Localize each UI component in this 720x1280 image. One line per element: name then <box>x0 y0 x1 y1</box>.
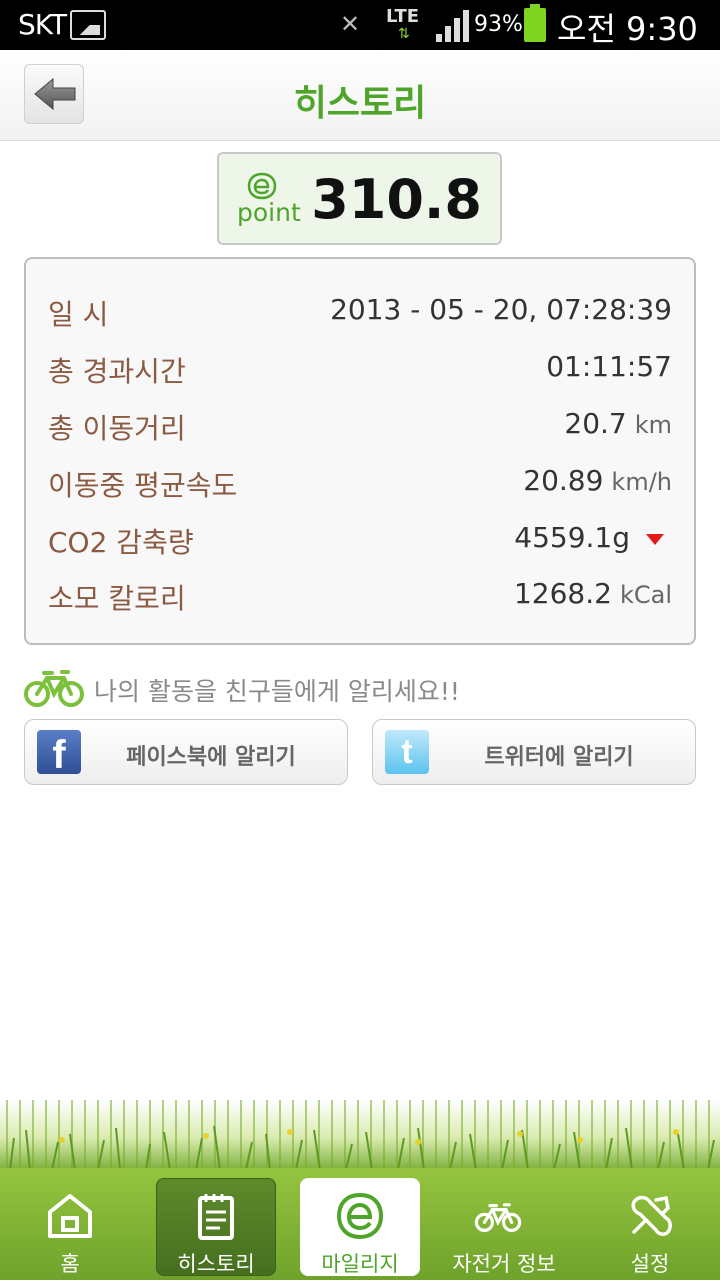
carrier-label: SKT <box>18 8 67 41</box>
bicycle-icon <box>24 670 84 707</box>
info-value-group: 20.89 km/h <box>523 464 672 497</box>
info-value: 20.89 <box>523 464 604 497</box>
battery-percent: 93% <box>474 12 523 37</box>
info-row-co2: CO2 감축량 4559.1g <box>48 521 672 561</box>
gallery-notification-icon <box>70 10 106 40</box>
nav-label: 설정 <box>630 1252 670 1276</box>
nav-home[interactable]: 홈 <box>10 1178 130 1276</box>
page-title: 히스토리 <box>293 83 427 124</box>
facebook-share-button[interactable]: f 페이스북에 알리기 <box>24 719 348 785</box>
info-row-calories: 소모 칼로리 1268.2 kCal <box>48 577 672 617</box>
twitter-share-label: 트위터에 알리기 <box>484 745 634 770</box>
info-row-avg-speed: 이동중 평균속도 20.89 km/h <box>48 464 672 504</box>
notepad-icon <box>198 1194 234 1240</box>
point-value: 310.8 <box>311 168 482 231</box>
point-logo-word: point <box>237 198 301 227</box>
info-label: 총 경과시간 <box>48 355 186 388</box>
info-value: 2013 - 05 - 20, 07:28:39 <box>330 293 672 326</box>
nav-label: 자전거 정보 <box>452 1252 556 1276</box>
share-prompt-text: 나의 활동을 친구들에게 알리세요!! <box>94 677 460 706</box>
info-row-datetime: 일 시 2013 - 05 - 20, 07:28:39 <box>48 293 672 333</box>
info-value: 1268.2 <box>513 577 612 610</box>
facebook-icon: f <box>37 730 81 774</box>
info-value-group: 4559.1g <box>514 521 672 554</box>
info-label: 총 이동거리 <box>48 412 186 445</box>
facebook-share-label: 페이스북에 알리기 <box>126 745 296 770</box>
decrease-arrow-icon <box>646 533 664 545</box>
info-label: CO2 감축량 <box>48 526 194 559</box>
app-header: 히스토리 <box>0 50 720 141</box>
info-row-elapsed: 총 경과시간 01:11:57 <box>48 350 672 390</box>
info-value: 20.7 <box>564 407 627 440</box>
info-value: 01:11:57 <box>546 350 672 383</box>
info-unit: kCal <box>619 581 672 609</box>
e-point-logo: point <box>237 172 307 232</box>
nav-label: 홈 <box>60 1252 80 1276</box>
info-unit: km/h <box>611 468 672 496</box>
info-value-group: 1268.2 kCal <box>514 577 672 610</box>
status-bar: SKT ✕ LTE ⇅ 93% 오전 9:30 <box>0 0 720 50</box>
info-unit: km <box>634 411 672 439</box>
grass-blades-decoration <box>9 1125 715 1170</box>
nav-label: 히스토리 <box>177 1252 255 1276</box>
nav-mileage[interactable]: 마일리지 <box>300 1178 420 1276</box>
info-value-group: 20.7 km <box>564 407 672 440</box>
info-value: 4559.1g <box>514 521 630 554</box>
network-type: LTE <box>386 6 420 27</box>
vibrate-mute-icon: ✕ <box>340 10 361 38</box>
history-detail-card: 일 시 2013 - 05 - 20, 07:28:39 총 경과시간 01:1… <box>24 257 696 645</box>
twitter-icon: t <box>385 730 429 774</box>
bottom-nav: 홈 히스토리 마일리지 자전거 정보 설정 <box>0 1168 720 1280</box>
wrench-icon <box>631 1195 672 1236</box>
info-label: 소모 칼로리 <box>48 582 186 615</box>
nav-history[interactable]: 히스토리 <box>156 1178 276 1276</box>
signal-strength-icon <box>436 10 470 42</box>
nav-label: 마일리지 <box>321 1252 399 1276</box>
battery-icon <box>524 4 546 42</box>
clock: 오전 9:30 <box>557 10 698 48</box>
info-row-distance: 총 이동거리 20.7 km <box>48 407 672 447</box>
bicycle-icon <box>474 1203 522 1232</box>
nav-bicycle-info[interactable]: 자전거 정보 <box>444 1178 564 1276</box>
info-label: 일 시 <box>48 298 109 331</box>
e-leaf-icon <box>247 172 277 200</box>
home-icon <box>48 1194 92 1238</box>
data-transfer-icon: ⇅ <box>398 26 410 42</box>
nav-settings[interactable]: 설정 <box>590 1178 710 1276</box>
e-leaf-icon <box>336 1192 384 1240</box>
info-label: 이동중 평균속도 <box>48 469 238 502</box>
point-summary: point 310.8 <box>217 152 502 245</box>
twitter-share-button[interactable]: t 트위터에 알리기 <box>372 719 696 785</box>
